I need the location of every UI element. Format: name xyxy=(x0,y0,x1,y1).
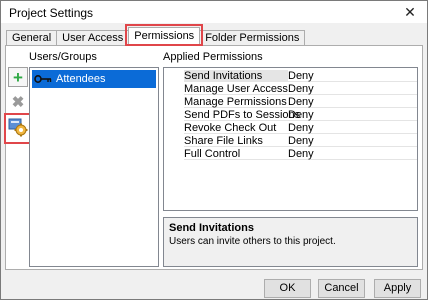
description-text: Users can invite others to this project. xyxy=(169,236,336,247)
x-icon: ✖ xyxy=(11,94,25,111)
permission-name: Share File Links xyxy=(184,135,288,147)
dialog-buttons: OK Cancel Apply xyxy=(1,279,427,299)
permission-name: Manage User Access xyxy=(184,83,288,95)
description-title: Send Invitations xyxy=(169,222,254,234)
users-toolbar: + ✖ xyxy=(4,67,34,144)
tab-general[interactable]: General xyxy=(6,30,58,46)
apply-button[interactable]: Apply xyxy=(374,279,421,298)
close-icon[interactable]: ✕ xyxy=(397,1,423,23)
tab-strip: General User Access Permissions Folder P… xyxy=(6,24,306,46)
configure-user-button[interactable] xyxy=(4,113,34,144)
cancel-button[interactable]: Cancel xyxy=(318,279,365,298)
remove-user-button[interactable]: ✖ xyxy=(8,92,28,112)
permission-value[interactable]: Deny xyxy=(288,96,417,108)
users-groups-label: Users/Groups xyxy=(29,51,97,63)
table-row[interactable]: Share File Links Deny xyxy=(164,135,417,147)
project-settings-dialog: Project Settings ✕ General User Access P… xyxy=(0,0,428,300)
table-row[interactable]: Manage User Access Deny xyxy=(164,83,417,95)
permission-name: Send Invitations xyxy=(184,70,288,82)
permission-name: Revoke Check Out xyxy=(184,122,288,134)
window-title: Project Settings xyxy=(9,6,94,20)
ok-button[interactable]: OK xyxy=(264,279,311,298)
users-groups-list[interactable]: Attendees xyxy=(29,67,159,267)
plus-icon: + xyxy=(13,67,23,87)
table-row[interactable]: Full Control Deny xyxy=(164,148,417,160)
permission-value[interactable]: Deny xyxy=(288,148,417,160)
table-row[interactable]: Revoke Check Out Deny xyxy=(164,122,417,134)
table-row[interactable]: Send PDFs to Sessions Deny xyxy=(164,109,417,121)
permission-name: Full Control xyxy=(184,148,288,160)
permission-description-box: Send Invitations Users can invite others… xyxy=(163,217,418,267)
table-row[interactable]: Manage Permissions Deny xyxy=(164,96,417,108)
permission-value[interactable]: Deny xyxy=(288,70,417,82)
title-bar: Project Settings ✕ xyxy=(1,1,427,23)
tab-user-access[interactable]: User Access xyxy=(56,30,130,46)
applied-permissions-table: Send Invitations Deny Manage User Access… xyxy=(163,67,418,211)
add-user-button[interactable]: + xyxy=(8,67,28,87)
permission-value[interactable]: Deny xyxy=(288,83,417,95)
permission-name: Manage Permissions xyxy=(184,96,288,108)
settings-gear-icon xyxy=(8,118,28,137)
permission-value[interactable]: Deny xyxy=(288,135,417,147)
list-item[interactable]: Attendees xyxy=(32,70,156,88)
tab-folder-permissions[interactable]: Folder Permissions xyxy=(199,30,306,46)
list-item-label: Attendees xyxy=(56,73,106,85)
tab-permissions[interactable]: Permissions xyxy=(125,24,204,46)
applied-permissions-label: Applied Permissions xyxy=(163,51,263,63)
permission-value[interactable]: Deny xyxy=(288,122,417,134)
permission-name: Send PDFs to Sessions xyxy=(184,109,301,121)
table-row[interactable]: Send Invitations Deny xyxy=(164,70,417,82)
key-icon xyxy=(34,74,52,84)
permission-value[interactable]: Deny xyxy=(288,109,417,121)
